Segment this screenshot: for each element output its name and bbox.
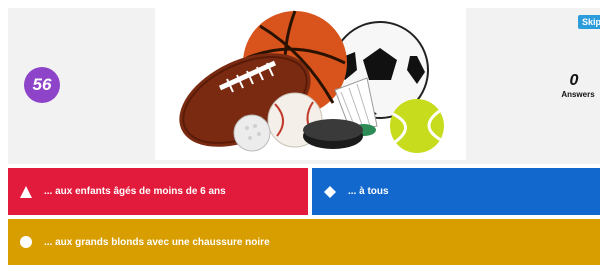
question-image bbox=[155, 8, 466, 160]
answer-text: ... à tous bbox=[348, 186, 389, 197]
countdown-timer: 56 bbox=[24, 67, 60, 103]
diamond-icon bbox=[324, 185, 336, 198]
timer-value: 56 bbox=[32, 75, 52, 94]
sports-balls-illustration bbox=[179, 10, 444, 153]
answers-count: 0 bbox=[569, 72, 579, 89]
triangle-icon bbox=[20, 185, 32, 198]
answers-label: Answers bbox=[561, 90, 595, 99]
answer-text: ... aux grands blonds avec une chaussure… bbox=[44, 236, 270, 248]
golf-ball-icon bbox=[233, 114, 271, 152]
skip-button[interactable]: Skip bbox=[578, 15, 600, 29]
answer-text: ... aux enfants âgés de moins de 6 ans bbox=[44, 186, 226, 197]
answer-option-triangle[interactable]: ... aux enfants âgés de moins de 6 ans bbox=[8, 168, 308, 215]
tennis-ball-icon bbox=[390, 99, 444, 153]
answer-option-diamond[interactable]: ... à tous bbox=[312, 168, 600, 215]
skip-label: Skip bbox=[582, 17, 600, 27]
hockey-puck-icon bbox=[303, 119, 363, 149]
answer-option-circle[interactable]: ... aux grands blonds avec une chaussure… bbox=[8, 219, 600, 265]
circle-icon bbox=[20, 236, 32, 248]
